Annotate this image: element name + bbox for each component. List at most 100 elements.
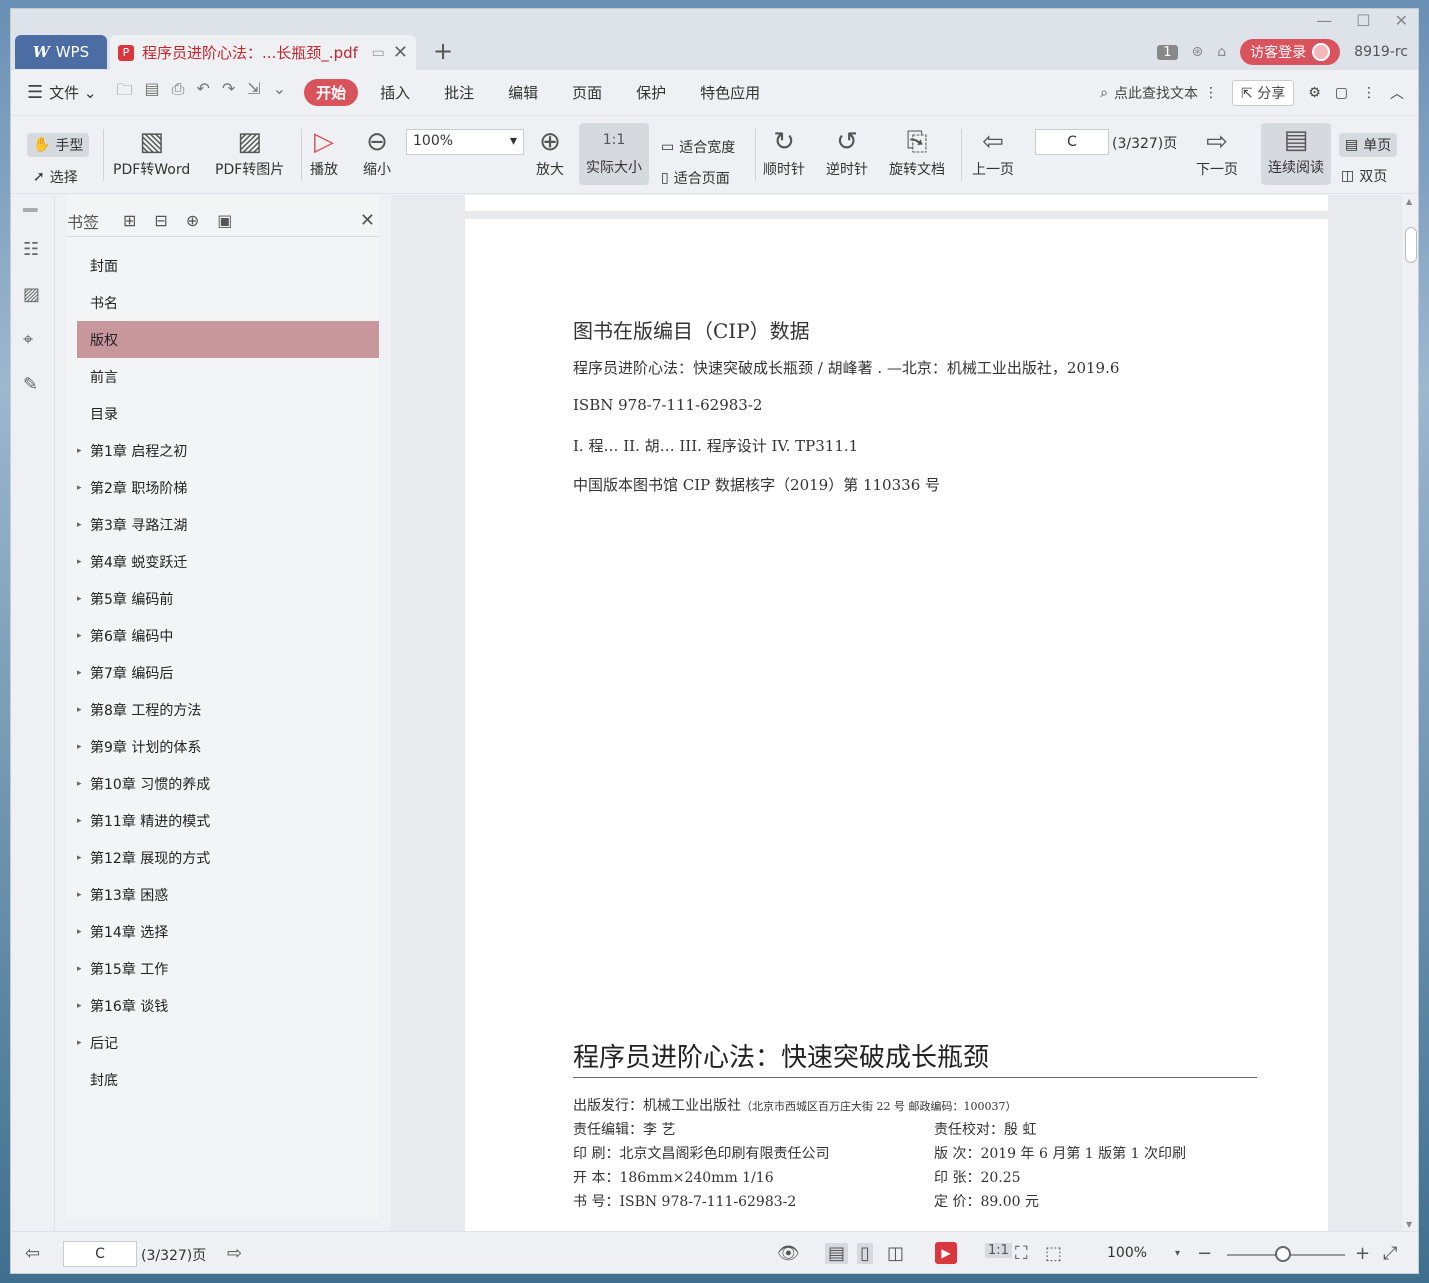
bookmark-item[interactable]: ▸ 第7章 编码后 <box>77 654 379 691</box>
bookmark-item[interactable]: 版权 <box>77 321 379 358</box>
scroll-down-icon[interactable]: ▼ <box>1406 1220 1412 1229</box>
rotate-document-button[interactable]: ⎘ 旋转文档 <box>889 125 945 179</box>
bookmark-item[interactable]: 封底 <box>77 1061 379 1098</box>
expand-arrow-icon[interactable]: ▸ <box>77 594 82 604</box>
status-page-input[interactable]: C <box>63 1241 137 1267</box>
expand-arrow-icon[interactable]: ▸ <box>77 890 82 900</box>
expand-arrow-icon[interactable]: ▸ <box>77 520 82 530</box>
add-bookmark-icon[interactable]: ⊕ <box>186 211 199 230</box>
bookmark-item[interactable]: ▸ 第5章 编码前 <box>77 580 379 617</box>
bookmark-item[interactable]: ▸ 第12章 展现的方式 <box>77 839 379 876</box>
bookmark-item[interactable]: ▸ 第2章 职场阶梯 <box>77 469 379 506</box>
export-icon[interactable]: ⇲ <box>247 79 260 106</box>
monitor-icon[interactable]: ▭ <box>372 45 385 61</box>
signature-icon[interactable]: ✎ <box>23 374 38 395</box>
pdf-to-word-button[interactable]: ▧ PDF转Word <box>113 125 190 179</box>
tab-protect[interactable]: 保护 <box>624 79 678 106</box>
thumbnail-image-icon[interactable]: ▨ <box>23 284 40 305</box>
zoom-slider-knob[interactable] <box>1275 1246 1291 1262</box>
bookmark-item[interactable]: ▸ 第16章 谈钱 <box>77 987 379 1024</box>
close-window-icon[interactable]: ✕ <box>1395 11 1408 30</box>
bookmark-item[interactable]: ▸ 第10章 习惯的养成 <box>77 765 379 802</box>
close-tab-icon[interactable]: ✕ <box>393 42 408 63</box>
bookmark-item[interactable]: ▸ 第9章 计划的体系 <box>77 728 379 765</box>
bookmark-item[interactable]: 目录 <box>77 395 379 432</box>
tab-insert[interactable]: 插入 <box>368 79 422 106</box>
pdf-to-image-button[interactable]: ▨ PDF转图片 <box>215 125 284 179</box>
expand-arrow-icon[interactable]: ▸ <box>77 816 82 826</box>
double-page-button[interactable]: ◫ 双页 <box>1341 166 1387 186</box>
save-icon[interactable]: ▤ <box>145 79 160 106</box>
scroll-thumb[interactable] <box>1405 227 1417 263</box>
expand-arrow-icon[interactable]: ▸ <box>77 927 82 937</box>
undo-icon[interactable]: ↶ <box>196 79 209 106</box>
document-tab[interactable]: P 程序员进阶心法：...长瓶颈_.pdf ▭ ✕ <box>110 35 416 70</box>
expand-all-icon[interactable]: ⊞ <box>123 211 136 230</box>
status-prev-page-icon[interactable]: ⇦ <box>25 1243 40 1264</box>
single-page-button[interactable]: ▤ 单页 <box>1339 133 1398 157</box>
tab-start[interactable]: 开始 <box>304 79 359 106</box>
rotate-counterclockwise-button[interactable]: ↺ 逆时针 <box>826 125 868 179</box>
tab-annotate[interactable]: 批注 <box>432 79 486 106</box>
bookmark-item[interactable]: ▸ 第1章 启程之初 <box>77 432 379 469</box>
redo-icon[interactable]: ↷ <box>222 79 235 106</box>
fit-page-status-icon[interactable]: ⛶ <box>1015 1243 1028 1264</box>
single-view-icon[interactable]: ▯ <box>857 1243 873 1264</box>
bookmark-item[interactable]: ▸ 第11章 精进的模式 <box>77 802 379 839</box>
actual-size-status-icon[interactable]: 1:1 <box>985 1243 1012 1258</box>
bookmark-item[interactable]: ▸ 第13章 困惑 <box>77 876 379 913</box>
tab-special[interactable]: 特色应用 <box>688 79 772 106</box>
bookmark-item[interactable]: ▸ 第15章 工作 <box>77 950 379 987</box>
eye-protection-icon[interactable]: 👁 <box>777 1243 800 1264</box>
fit-page-button[interactable]: ▯ 适合页面 <box>661 168 730 188</box>
bookmark-item[interactable]: ▸ 第8章 工程的方法 <box>77 691 379 728</box>
maximize-icon[interactable]: ☐ <box>1356 11 1370 30</box>
skin-icon[interactable]: ⊛ <box>1192 44 1204 60</box>
expand-arrow-icon[interactable]: ▸ <box>77 1038 82 1048</box>
zoom-minus-icon[interactable]: − <box>1197 1243 1212 1264</box>
find-text-search[interactable]: ⌕ 点此查找文本 ⋮ <box>1100 83 1218 103</box>
zoom-out-button[interactable]: ⊖ 缩小 <box>363 125 391 179</box>
scroll-up-icon[interactable]: ▲ <box>1406 197 1412 206</box>
zoom-in-button[interactable]: ⊕ 放大 <box>536 125 564 179</box>
continuous-read-button[interactable]: ▤ 连续阅读 <box>1261 123 1331 185</box>
collapse-all-icon[interactable]: ⊟ <box>154 211 167 230</box>
expand-arrow-icon[interactable]: ▸ <box>77 557 82 567</box>
continuous-view-icon[interactable]: ▤ <box>825 1243 849 1264</box>
vertical-scrollbar[interactable]: ▲ ▼ <box>1402 195 1418 1231</box>
bookmark-item[interactable]: ▸ 第6章 编码中 <box>77 617 379 654</box>
collapse-ribbon-icon[interactable]: ︿ <box>1390 83 1404 103</box>
hand-tool-button[interactable]: ✋ 手型 <box>27 133 90 157</box>
comment-icon[interactable]: ▢ <box>1335 85 1348 101</box>
zoom-dropdown-icon[interactable]: ▾ <box>1175 1248 1180 1259</box>
actual-size-button[interactable]: 1:1 实际大小 <box>579 123 649 185</box>
minimize-icon[interactable]: — <box>1316 11 1332 30</box>
expand-arrow-icon[interactable]: ▸ <box>77 446 82 456</box>
expand-arrow-icon[interactable]: ▸ <box>77 853 82 863</box>
annotation-tag-icon[interactable]: ⌖ <box>23 329 33 350</box>
visitor-login-button[interactable]: 访客登录 <box>1240 39 1341 65</box>
status-zoom-value[interactable]: 100% <box>1107 1245 1147 1261</box>
fit-width-status-icon[interactable]: ⬚ <box>1045 1243 1062 1264</box>
next-page-button[interactable]: ⇨ 下一页 <box>1196 125 1238 179</box>
zoom-select[interactable]: 100% ▾ <box>406 129 524 155</box>
previous-page-button[interactable]: ⇦ 上一页 <box>972 125 1014 179</box>
double-view-icon[interactable]: ◫ <box>887 1243 904 1264</box>
print-icon[interactable]: ⎙ <box>172 79 185 106</box>
status-next-page-icon[interactable]: ⇨ <box>227 1243 242 1264</box>
close-panel-icon[interactable]: ✕ <box>360 210 375 231</box>
open-folder-icon[interactable]: 🗀 <box>117 79 133 106</box>
shirt-icon[interactable]: ⌂ <box>1217 44 1226 60</box>
expand-arrow-icon[interactable]: ▸ <box>77 668 82 678</box>
more-chevron-icon[interactable]: ⌄ <box>273 79 286 106</box>
page-number-input[interactable]: C <box>1035 129 1109 155</box>
bookmark-item[interactable]: ▸ 第4章 蜕变跃迁 <box>77 543 379 580</box>
file-menu[interactable]: 文件 ⌄ <box>49 82 96 103</box>
window-count-badge[interactable]: 1 <box>1157 44 1178 60</box>
more-vert-icon[interactable]: ⋮ <box>1204 85 1218 101</box>
expand-arrow-icon[interactable]: ▸ <box>77 705 82 715</box>
bookmark-item[interactable]: 前言 <box>77 358 379 395</box>
settings-gear-icon[interactable]: ⚙ <box>1308 85 1321 101</box>
select-tool-button[interactable]: ➚ 选择 <box>33 167 78 187</box>
document-viewer[interactable]: 图书在版编目（CIP）数据 程序员进阶心法：快速突破成长瓶颈 / 胡峰著 . —… <box>391 195 1404 1231</box>
